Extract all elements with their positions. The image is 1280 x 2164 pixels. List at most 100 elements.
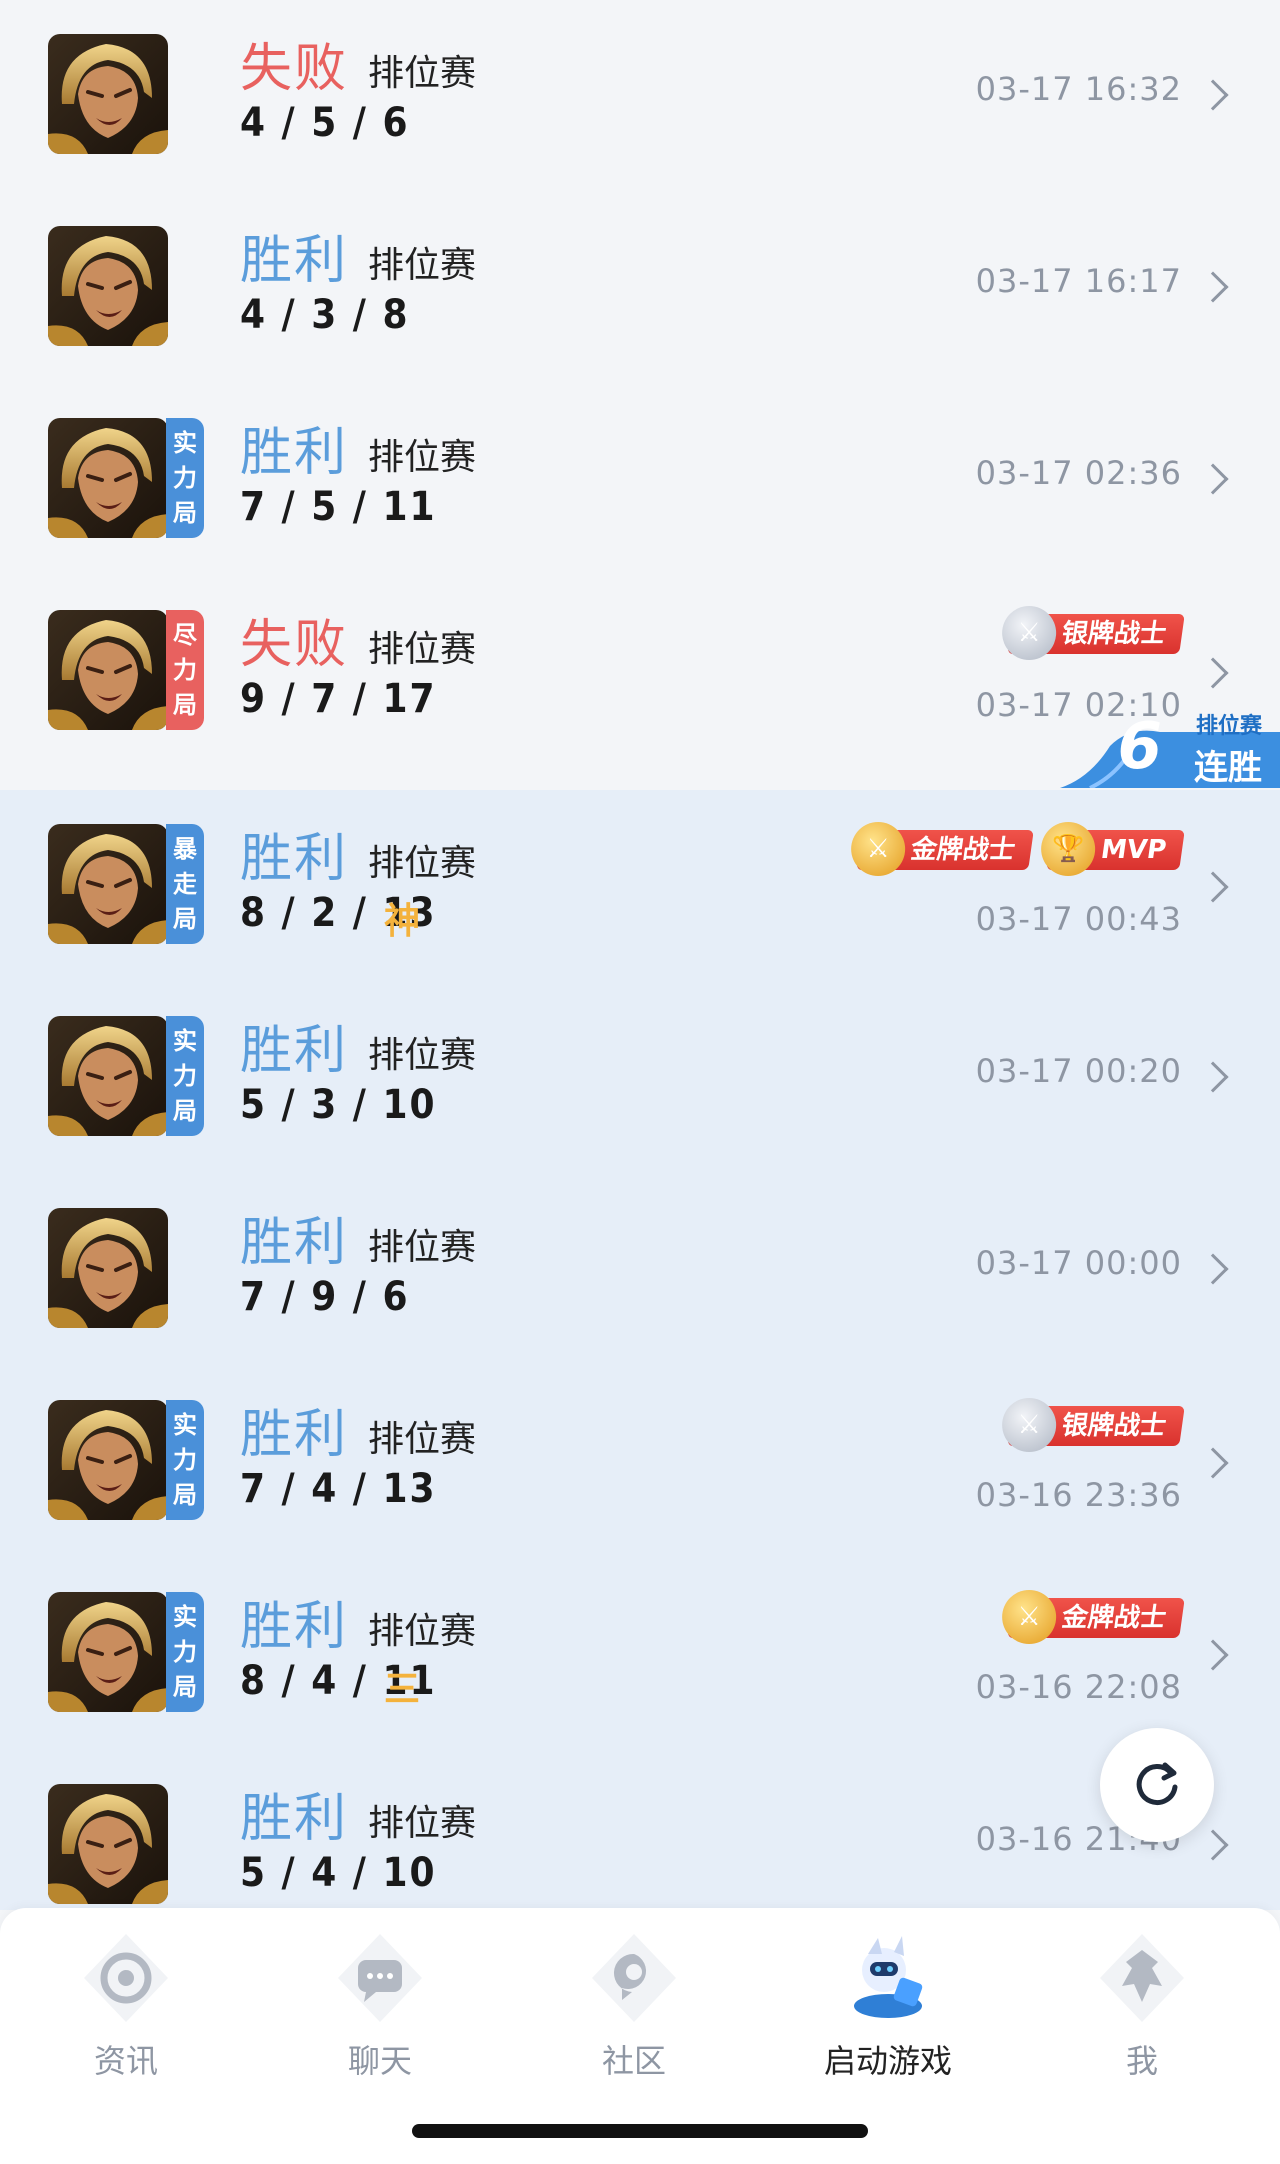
match-result: 胜利 <box>240 1021 349 1081</box>
chevron-right-icon[interactable] <box>1197 1447 1229 1479</box>
hero-avatar <box>48 226 168 346</box>
match-result: 胜利 <box>240 1405 349 1465</box>
chevron-right-icon[interactable] <box>1197 1061 1229 1093</box>
match-mode-char: 实 <box>173 1027 197 1056</box>
match-row[interactable]: 胜利 排位赛 4 / 3 / 8 03-17 16:17 <box>0 192 1280 384</box>
chevron-right-icon[interactable] <box>1197 79 1229 111</box>
match-row[interactable]: 胜利 排位赛 7 / 9 / 6 03-17 00:00 <box>0 1174 1280 1366</box>
tab-label: 聊天 <box>347 2042 412 2080</box>
match-mode-char: 实 <box>173 429 197 458</box>
kda-score: 5 / 3 / 10 <box>240 1082 437 1128</box>
hero-avatar <box>48 824 168 944</box>
badge-label: 金牌战士 <box>908 835 1018 865</box>
match-mode-tag: 实力局 <box>166 1592 204 1712</box>
refresh-icon <box>1136 1762 1178 1805</box>
match-mode-char: 实 <box>173 1603 197 1632</box>
tab-label: 我 <box>1125 2042 1158 2080</box>
chat-icon <box>330 1928 430 2028</box>
match-result: 胜利 <box>240 1597 349 1657</box>
match-type: 排位赛 <box>368 1227 477 1268</box>
hero-portrait-image <box>48 34 168 154</box>
medal-icon: ⚔ <box>1002 606 1057 660</box>
match-mode-char: 力 <box>173 463 197 492</box>
chevron-right-icon[interactable] <box>1197 657 1229 689</box>
match-result: 失败 <box>240 39 349 99</box>
match-mode-char: 力 <box>173 1061 197 1090</box>
badge-label: 银牌战士 <box>1059 1411 1169 1441</box>
match-row[interactable]: 胜利 排位赛 5 / 4 / 10 03-16 21:40 <box>0 1750 1280 1910</box>
match-result: 胜利 <box>240 829 349 889</box>
match-mode-char: 局 <box>173 904 197 933</box>
kda-score: 7 / 5 / 11 <box>240 484 437 530</box>
match-type: 排位赛 <box>368 1803 477 1844</box>
match-mode-char: 局 <box>173 498 197 527</box>
chevron-right-icon[interactable] <box>1197 1639 1229 1671</box>
tab-label: 启动游戏 <box>823 2042 952 2080</box>
refresh-button[interactable] <box>1100 1728 1214 1842</box>
match-mode-char: 局 <box>173 690 197 719</box>
match-row[interactable]: 实力局胜利 排位赛 8 / 4 / 11 三 ⚔ 金牌战士 03-16 22:08 <box>0 1558 1280 1750</box>
streak-label-bottom: 连胜 <box>1194 748 1262 788</box>
hero-portrait-image <box>48 418 168 538</box>
match-row[interactable]: 失败 排位赛 4 / 5 / 6 03-17 16:32 <box>0 0 1280 192</box>
hero-portrait-image <box>48 1016 168 1136</box>
streak-count: 6 <box>1117 710 1162 784</box>
achievement-badge: ⚔ 金牌战士 <box>851 822 1034 876</box>
honor-mark: 神 <box>384 901 421 942</box>
badge-row: ⚔ 金牌战士 <box>1002 1590 1185 1644</box>
kda-score: 4 / 3 / 8 <box>240 292 410 338</box>
achievement-badge: ⚔ 金牌战士 <box>1002 1590 1185 1644</box>
kda-score: 7 / 9 / 6 <box>240 1274 410 1320</box>
match-result: 胜利 <box>240 1789 349 1849</box>
tab-label: 社区 <box>601 2042 666 2080</box>
match-row[interactable]: 实力局胜利 排位赛 5 / 3 / 10 03-17 00:20 <box>0 982 1280 1174</box>
tab-community[interactable]: 社区 <box>534 1928 734 2098</box>
hero-avatar <box>48 34 168 154</box>
match-time: 03-17 00:00 <box>975 1244 1182 1282</box>
match-type: 排位赛 <box>368 843 477 884</box>
match-mode-char: 走 <box>173 869 197 898</box>
hero-avatar <box>48 418 168 538</box>
tab-label: 资讯 <box>93 2042 158 2080</box>
match-mode-char: 力 <box>173 655 197 684</box>
tab-profile[interactable]: 我 <box>1042 1928 1242 2098</box>
medal-icon: ⚔ <box>1002 1590 1057 1644</box>
match-row[interactable]: 暴走局胜利 排位赛 8 / 2 / 13 神 ⚔ 金牌战士 🏆 MVP 03-17 00:43 <box>0 790 1280 982</box>
match-type: 排位赛 <box>368 1035 477 1076</box>
match-mode-tag: 暴走局 <box>166 824 204 944</box>
chevron-right-icon[interactable] <box>1197 1253 1229 1285</box>
match-time: 03-16 22:08 <box>975 1668 1182 1706</box>
match-result: 胜利 <box>240 1213 349 1273</box>
match-mode-char: 实 <box>173 1411 197 1440</box>
kda-score: 7 / 4 / 13 <box>240 1466 437 1512</box>
match-mode-tag: 实力局 <box>166 418 204 538</box>
kda-score: 9 / 7 / 17 <box>240 676 437 722</box>
hero-avatar <box>48 610 168 730</box>
match-mode-tag: 实力局 <box>166 1016 204 1136</box>
medal-icon: ⚔ <box>851 822 906 876</box>
tab-news[interactable]: 资讯 <box>26 1928 226 2098</box>
achievement-badge: ⚔ 银牌战士 <box>1002 606 1185 660</box>
chevron-right-icon[interactable] <box>1197 871 1229 903</box>
hero-avatar <box>48 1208 168 1328</box>
chevron-right-icon[interactable] <box>1197 463 1229 495</box>
match-row[interactable]: 实力局胜利 排位赛 7 / 5 / 11 03-17 02:36 <box>0 384 1280 576</box>
streak-label-top: 排位赛 <box>1195 714 1262 739</box>
hero-portrait-image <box>48 1784 168 1904</box>
medal-icon: ⚔ <box>1002 1398 1057 1452</box>
match-type: 排位赛 <box>368 1611 477 1652</box>
hero-avatar <box>48 1784 168 1904</box>
match-type: 排位赛 <box>368 53 477 94</box>
community-icon <box>584 1928 684 2028</box>
tab-chat[interactable]: 聊天 <box>280 1928 480 2098</box>
match-time: 03-17 00:43 <box>975 900 1182 938</box>
hero-avatar <box>48 1016 168 1136</box>
match-mode-char: 力 <box>173 1445 197 1474</box>
match-row[interactable]: 实力局胜利 排位赛 7 / 4 / 13 ⚔ 银牌战士 03-16 23:36 <box>0 1366 1280 1558</box>
tab-launch-game-mascot[interactable]: 启动游戏 <box>788 1928 988 2098</box>
chevron-right-icon[interactable] <box>1197 271 1229 303</box>
match-mode-char: 力 <box>173 1637 197 1666</box>
badge-row: ⚔ 金牌战士 🏆 MVP <box>851 822 1185 876</box>
badge-row: ⚔ 银牌战士 <box>1002 1398 1185 1452</box>
chevron-right-icon[interactable] <box>1197 1829 1229 1861</box>
